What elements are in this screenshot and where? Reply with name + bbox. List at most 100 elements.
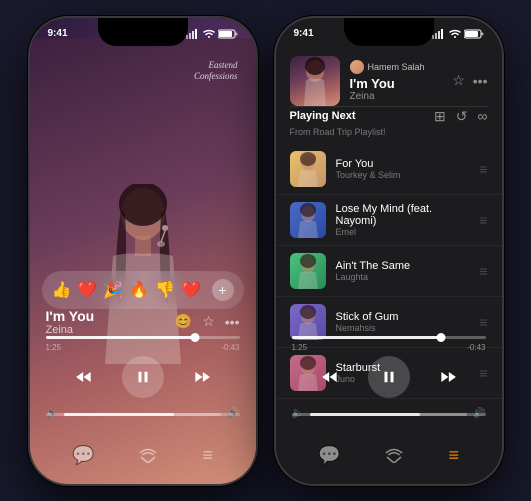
listener-avatar [350, 60, 364, 74]
queue-item[interactable]: Ain't The Same Laughta ≡ [276, 246, 502, 297]
right-battery-icon [464, 29, 484, 39]
emoji-heart[interactable]: ❤️ [77, 280, 97, 300]
queue-drag-handle[interactable]: ≡ [479, 212, 487, 228]
right-top-actions: ☆ ••• [452, 72, 487, 89]
playing-next-header: Playing Next ⊞ ↺ ∞ [290, 108, 488, 125]
chat-icon[interactable]: 💬 [72, 445, 94, 468]
left-time-remaining: -0:43 [221, 343, 239, 352]
right-progress-bar[interactable] [292, 336, 486, 339]
left-phone: Eastend Confessions 9:41 � [28, 16, 258, 486]
emoji-reaction-row: 👍 ❤️ 🎉 🔥 👎 ❤️ + [42, 271, 244, 309]
left-progress-bar[interactable] [46, 336, 240, 339]
queue-item-title: Stick of Gum [336, 311, 470, 323]
right-volume-low-icon: 🔈 [292, 408, 304, 419]
autoplay-button[interactable]: ⊞ [434, 108, 446, 125]
left-track-info: I'm You Zeina 😊 ☆ ••• [46, 308, 240, 336]
left-progress-fill [46, 336, 195, 339]
right-volume-container[interactable]: 🔈 🔊 [292, 413, 486, 416]
repeat-button[interactable]: ↺ [456, 108, 468, 125]
right-play-pause-button[interactable] [368, 356, 410, 398]
queue-item-info: Ain't The Same Laughta [336, 260, 470, 282]
emoji-thumbsdown[interactable]: 👎 [155, 280, 175, 300]
playing-next-subtitle: From Road Trip Playlist! [290, 127, 488, 137]
signal-icon [186, 29, 200, 39]
right-progress-thumb[interactable] [436, 333, 445, 342]
emoji-fire[interactable]: 🔥 [129, 280, 149, 300]
album-title: Eastend Confessions [194, 60, 238, 83]
album-art [30, 38, 256, 484]
left-progress-thumb[interactable] [190, 333, 199, 342]
right-time-remaining: -0:43 [467, 343, 485, 352]
playing-next-actions: ⊞ ↺ ∞ [434, 108, 487, 125]
right-forward-button[interactable] [438, 367, 458, 387]
right-album-thumb [290, 56, 340, 106]
right-status-icons [432, 29, 484, 39]
left-track-title: I'm You [46, 308, 95, 324]
queue-item[interactable]: Lose My Mind (feat. Nayomi) Emel ≡ [276, 195, 502, 246]
infinite-button[interactable]: ∞ [478, 108, 488, 125]
right-progress-fill [292, 336, 441, 339]
right-album-art-svg [290, 56, 340, 106]
top-divider [290, 106, 488, 107]
right-star-button[interactable]: ☆ [452, 72, 465, 89]
left-progress-container[interactable]: 1:25 -0:43 [46, 336, 240, 352]
left-forward-button[interactable] [192, 367, 212, 387]
right-list-icon[interactable]: ≡ [448, 445, 459, 468]
right-progress-container[interactable]: 1:25 -0:43 [292, 336, 486, 352]
emoji-heart2[interactable]: ❤️ [181, 280, 201, 300]
volume-low-icon: 🔈 [46, 408, 58, 419]
emoji-thumbsup[interactable]: 👍 [52, 280, 72, 300]
left-vol-fill [64, 413, 174, 416]
left-status-time: 9:41 [48, 28, 68, 39]
queue-drag-handle[interactable]: ≡ [479, 314, 487, 330]
right-vol-track[interactable] [310, 413, 467, 416]
right-track-title: I'm You [350, 76, 443, 91]
right-player-controls [276, 356, 502, 398]
left-vol-track[interactable] [64, 413, 221, 416]
queue-item-artist: Nemahsis [336, 323, 470, 333]
queue-thumb [290, 304, 326, 340]
queue-item-title: Ain't The Same [336, 260, 470, 272]
left-volume-container[interactable]: 🔈 🔊 [46, 413, 240, 416]
right-more-button[interactable]: ••• [473, 73, 488, 89]
left-play-pause-button[interactable] [122, 356, 164, 398]
queue-item-info: For You Tourkey & Selim [336, 158, 470, 180]
queue-drag-handle[interactable]: ≡ [479, 263, 487, 279]
right-track-artist: Zeina [350, 91, 443, 102]
queue-thumb [290, 253, 326, 289]
right-status-time: 9:41 [294, 28, 314, 39]
emoji-add-button[interactable]: + [212, 279, 234, 301]
airplay-icon[interactable] [139, 445, 157, 468]
emoji-button[interactable]: 😊 [175, 313, 192, 330]
star-button[interactable]: ☆ [202, 313, 215, 330]
right-album-thumb-art [290, 56, 340, 106]
right-rewind-button[interactable] [320, 367, 340, 387]
right-track-info: Hamem Salah I'm You Zeina [350, 60, 443, 102]
right-chat-icon[interactable]: 💬 [318, 445, 340, 468]
queue-item-info: Stick of Gum Nemahsis [336, 311, 470, 333]
left-time-elapsed: 1:25 [46, 343, 62, 352]
playing-next-section: Playing Next ⊞ ↺ ∞ From Road Trip Playli… [290, 108, 488, 143]
left-volume-bar: 🔈 🔊 [46, 413, 240, 416]
queue-item[interactable]: For You Tourkey & Selim ≡ [276, 144, 502, 195]
queue-item-artist: Emel [336, 227, 470, 237]
right-time-elapsed: 1:25 [292, 343, 308, 352]
queue-item-info: Lose My Mind (feat. Nayomi) Emel [336, 203, 470, 237]
right-time-labels: 1:25 -0:43 [292, 343, 486, 352]
queue-item-title: For You [336, 158, 470, 170]
right-status-bar: 9:41 [276, 24, 502, 44]
right-vol-fill [310, 413, 420, 416]
queue-drag-handle[interactable]: ≡ [479, 161, 487, 177]
emoji-party[interactable]: 🎉 [103, 280, 123, 300]
right-wifi-icon [449, 29, 461, 39]
playing-next-title: Playing Next [290, 110, 356, 122]
right-volume-bar: 🔈 🔊 [292, 413, 486, 416]
listening-label: Hamem Salah [350, 60, 443, 74]
listener-name: Hamem Salah [368, 62, 425, 72]
more-button[interactable]: ••• [225, 314, 240, 330]
left-time-labels: 1:25 -0:43 [46, 343, 240, 352]
left-status-bar: 9:41 [30, 24, 256, 44]
right-airplay-icon[interactable] [385, 445, 403, 468]
list-icon[interactable]: ≡ [202, 445, 213, 468]
left-rewind-button[interactable] [74, 367, 94, 387]
